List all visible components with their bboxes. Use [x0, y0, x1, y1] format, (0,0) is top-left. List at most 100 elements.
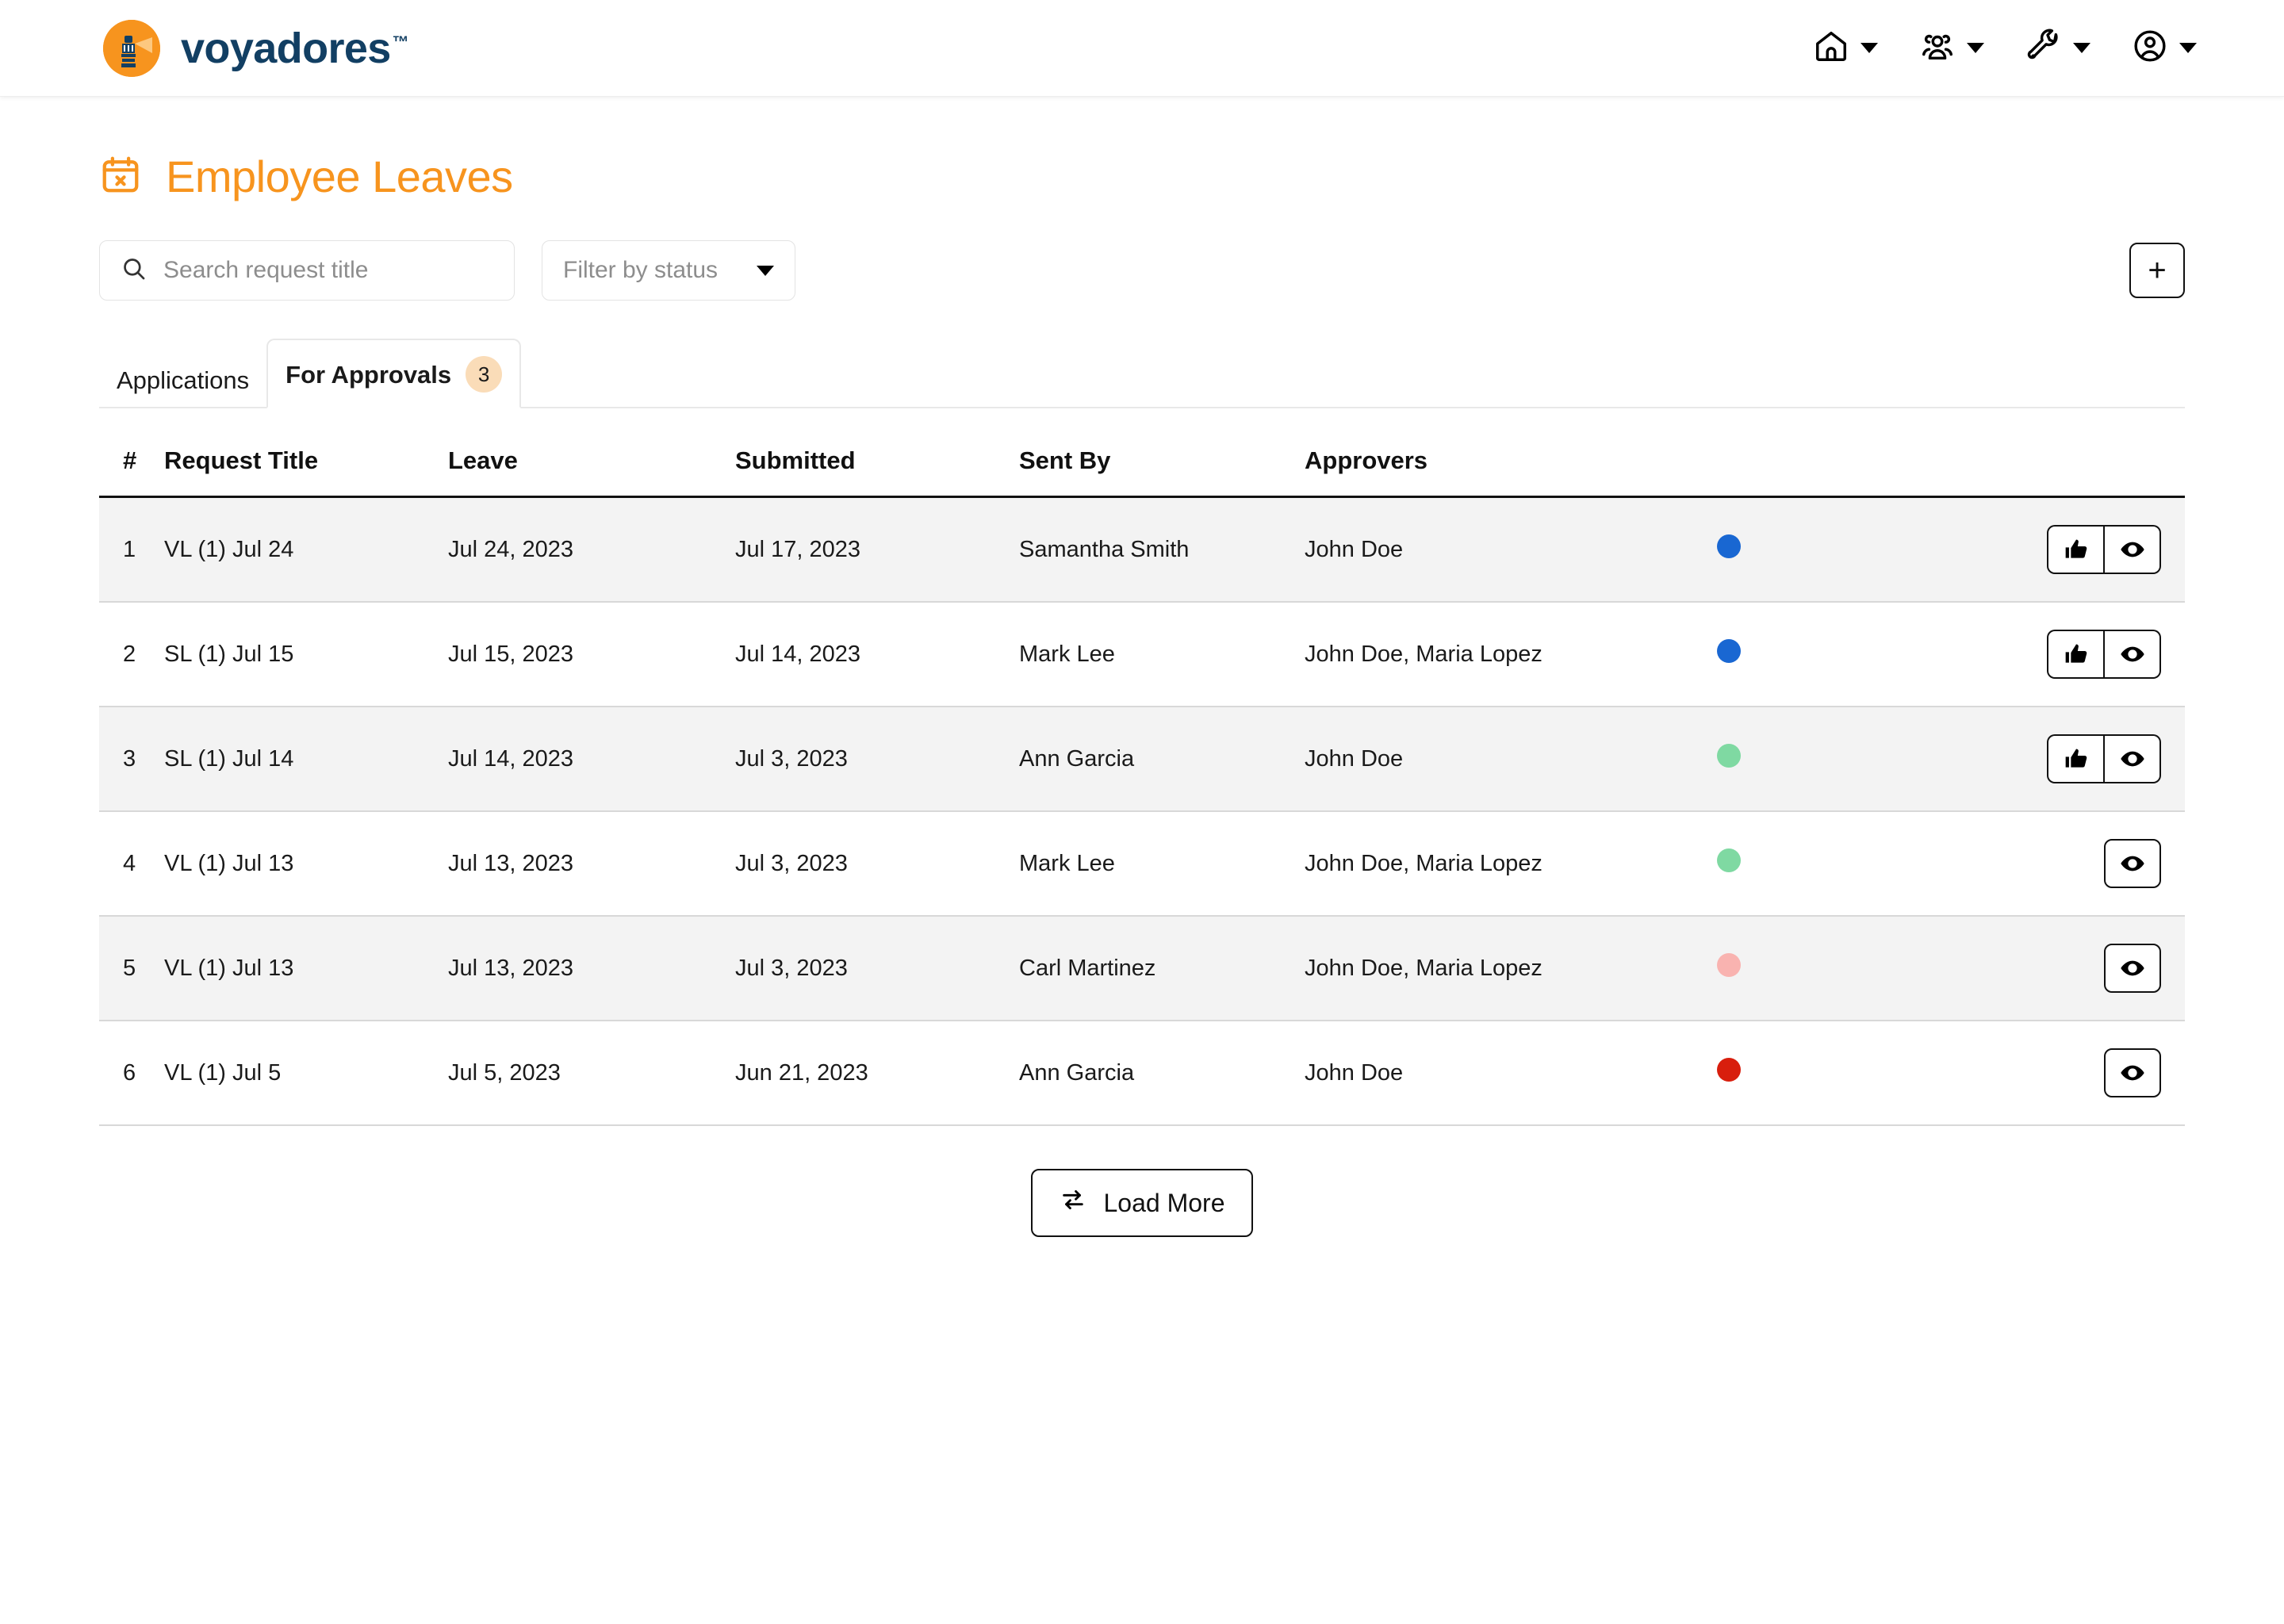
trademark-symbol: ™	[392, 33, 409, 52]
cell-sent-by: Ann Garcia	[1019, 707, 1305, 812]
cell-title: VL (1) Jul 13	[164, 916, 448, 1021]
cell-sent-by: Mark Lee	[1019, 602, 1305, 707]
approve-button[interactable]	[2047, 630, 2104, 679]
cell-approvers: John Doe	[1305, 707, 1717, 812]
cell-leave: Jul 13, 2023	[448, 916, 735, 1021]
cell-leave: Jul 24, 2023	[448, 496, 735, 603]
nav-account[interactable]	[2132, 28, 2197, 68]
cell-submitted: Jul 14, 2023	[735, 602, 1019, 707]
cell-title: VL (1) Jul 5	[164, 1021, 448, 1126]
wrench-icon	[2025, 28, 2062, 68]
lighthouse-icon	[103, 19, 160, 77]
column-header-status	[1717, 435, 1915, 498]
row-action-group	[2047, 525, 2161, 574]
table-row[interactable]: 6 VL (1) Jul 5 Jul 5, 2023 Jun 21, 2023 …	[99, 1021, 2185, 1126]
status-dot	[1717, 953, 1741, 977]
column-header-approvers: Approvers	[1305, 435, 1717, 498]
cell-actions	[1915, 811, 2185, 917]
cell-sent-by: Samantha Smith	[1019, 496, 1305, 603]
tab-for-approvals-label: For Approvals	[286, 360, 452, 389]
cell-approvers: John Doe, Maria Lopez	[1305, 916, 1717, 1021]
leaves-table: # Request Title Leave Submitted Sent By …	[99, 435, 2185, 1126]
search-placeholder: Search request title	[163, 257, 369, 283]
status-filter-label: Filter by status	[563, 257, 719, 283]
table-row[interactable]: 1 VL (1) Jul 24 Jul 24, 2023 Jul 17, 202…	[99, 496, 2185, 603]
chevron-down-icon[interactable]	[1861, 43, 1878, 53]
brand-name: voyadores™	[181, 24, 409, 72]
column-header-sent-by: Sent By	[1019, 435, 1305, 498]
nav-tools[interactable]	[2025, 28, 2090, 68]
brand-logo[interactable]: voyadores™	[103, 19, 409, 77]
table-row[interactable]: 3 SL (1) Jul 14 Jul 14, 2023 Jul 3, 2023…	[99, 707, 2185, 812]
chevron-down-icon[interactable]	[2179, 43, 2197, 53]
table-header: # Request Title Leave Submitted Sent By …	[99, 435, 2185, 498]
cell-status	[1717, 602, 1915, 707]
cell-status	[1717, 811, 1915, 917]
cell-leave: Jul 5, 2023	[448, 1021, 735, 1126]
view-button[interactable]	[2104, 630, 2161, 679]
cell-status	[1717, 707, 1915, 812]
approve-button[interactable]	[2047, 525, 2104, 574]
cell-approvers: John Doe, Maria Lopez	[1305, 602, 1717, 707]
chevron-down-icon[interactable]	[757, 265, 774, 276]
cell-leave: Jul 13, 2023	[448, 811, 735, 917]
column-header-title: Request Title	[164, 435, 448, 498]
tab-bar: Applications For Approvals 3	[99, 339, 2185, 408]
view-button[interactable]	[2104, 1048, 2161, 1097]
tab-for-approvals-badge: 3	[466, 356, 503, 393]
row-action-group	[2104, 839, 2161, 888]
cell-title: VL (1) Jul 24	[164, 496, 448, 603]
cell-approvers: John Doe	[1305, 1021, 1717, 1126]
exchange-arrows-icon	[1060, 1186, 1086, 1220]
table-row[interactable]: 5 VL (1) Jul 13 Jul 13, 2023 Jul 3, 2023…	[99, 916, 2185, 1021]
cell-sent-by: Carl Martinez	[1019, 916, 1305, 1021]
search-input[interactable]: Search request title	[99, 240, 515, 301]
cell-status	[1717, 496, 1915, 603]
nav-people[interactable]	[1919, 28, 1984, 68]
cell-status	[1717, 1021, 1915, 1126]
table-row[interactable]: 2 SL (1) Jul 15 Jul 15, 2023 Jul 14, 202…	[99, 602, 2185, 707]
cell-submitted: Jul 3, 2023	[735, 916, 1019, 1021]
load-more-button[interactable]: Load More	[1030, 1169, 1254, 1237]
cell-submitted: Jul 3, 2023	[735, 707, 1019, 812]
load-more-container: Load More	[99, 1169, 2185, 1237]
cell-title: SL (1) Jul 14	[164, 707, 448, 812]
user-circle-icon	[2132, 28, 2168, 68]
table-row[interactable]: 4 VL (1) Jul 13 Jul 13, 2023 Jul 3, 2023…	[99, 811, 2185, 917]
cell-approvers: John Doe, Maria Lopez	[1305, 811, 1717, 917]
cell-submitted: Jul 3, 2023	[735, 811, 1019, 917]
page-title-text: Employee Leaves	[166, 151, 513, 201]
cell-submitted: Jun 21, 2023	[735, 1021, 1019, 1126]
top-navigation-bar: voyadores™	[0, 0, 2284, 97]
view-button[interactable]	[2104, 734, 2161, 783]
view-button[interactable]	[2104, 839, 2161, 888]
cell-number: 3	[99, 707, 164, 812]
cell-number: 5	[99, 916, 164, 1021]
cell-status	[1717, 916, 1915, 1021]
column-header-submitted: Submitted	[735, 435, 1019, 498]
cell-number: 6	[99, 1021, 164, 1126]
nav-home[interactable]	[1813, 28, 1878, 68]
calendar-x-icon	[99, 153, 142, 200]
cell-submitted: Jul 17, 2023	[735, 496, 1019, 603]
row-action-group	[2047, 630, 2161, 679]
cell-number: 1	[99, 496, 164, 603]
row-action-group	[2104, 944, 2161, 993]
status-dot	[1717, 1058, 1741, 1082]
cell-title: VL (1) Jul 13	[164, 811, 448, 917]
cell-sent-by: Ann Garcia	[1019, 1021, 1305, 1126]
column-header-leave: Leave	[448, 435, 735, 498]
view-button[interactable]	[2104, 944, 2161, 993]
status-dot	[1717, 848, 1741, 872]
tab-applications[interactable]: Applications	[99, 368, 266, 407]
approve-button[interactable]	[2047, 734, 2104, 783]
tab-for-approvals[interactable]: For Approvals 3	[266, 339, 522, 408]
page-content: Employee Leaves Search request title Fil…	[0, 151, 2284, 1237]
status-filter-select[interactable]: Filter by status	[542, 240, 795, 301]
add-request-button[interactable]: +	[2129, 243, 2185, 298]
chevron-down-icon[interactable]	[1967, 43, 1984, 53]
view-button[interactable]	[2104, 525, 2161, 574]
cell-actions	[1915, 602, 2185, 707]
cell-sent-by: Mark Lee	[1019, 811, 1305, 917]
chevron-down-icon[interactable]	[2073, 43, 2090, 53]
